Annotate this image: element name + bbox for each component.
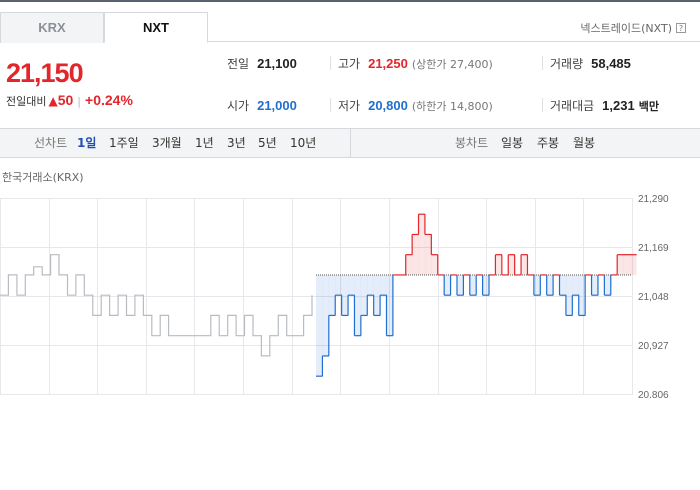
stat-prev-close: 전일 21,100: [227, 55, 297, 72]
stat-open: 시가 21,000: [227, 97, 297, 114]
stat-amount: 거래대금 1,231 백만: [550, 97, 659, 114]
stat-label: 시가: [227, 99, 250, 113]
area-fill: [591, 274, 599, 296]
divider: [542, 98, 543, 112]
y-tick-label: 21,290: [638, 194, 669, 205]
area-fill: [424, 234, 432, 275]
line-chart-label: 선차트: [34, 136, 68, 150]
area-fill: [405, 254, 413, 275]
candle-monthly[interactable]: 월봉: [573, 129, 595, 158]
divider: [330, 98, 331, 112]
period-3y[interactable]: 3년: [227, 129, 246, 158]
area-fill: [559, 274, 567, 296]
stat-value: 20,800: [368, 98, 408, 113]
stat-volume: 거래량 58,485: [550, 55, 631, 72]
stat-high: 고가 21,250 (상한가 27,400): [338, 55, 493, 72]
amount-unit: 백만: [638, 100, 659, 113]
area-fill: [316, 274, 323, 377]
current-price: 21,150: [6, 58, 84, 88]
price-change: 전일대비 ▲50 | +0.24%: [6, 92, 133, 109]
period-10y[interactable]: 10년: [290, 129, 316, 158]
area-fill: [508, 254, 515, 275]
change-percent: +0.24%: [85, 92, 133, 108]
series-krx-line: [0, 254, 313, 357]
area-fill: [617, 254, 624, 275]
upper-limit: (상한가 27,400): [411, 58, 493, 71]
stat-label: 고가: [338, 57, 361, 71]
tab-krx[interactable]: KRX: [0, 12, 104, 43]
area-fill: [565, 274, 573, 316]
area-fill: [418, 214, 426, 275]
stat-value: 21,250: [368, 56, 408, 71]
stat-value: 58,485: [591, 56, 631, 71]
stat-label: 거래량: [550, 57, 584, 71]
exchange-name: 넥스트레이드(NXT): [580, 22, 672, 35]
area-fill: [456, 274, 464, 296]
area-fill: [367, 274, 374, 296]
area-fill: [335, 274, 342, 296]
area-fill: [604, 274, 611, 296]
tab-nxt[interactable]: NXT: [104, 12, 208, 43]
area-fill: [469, 274, 477, 296]
period-1w[interactable]: 1주일: [109, 129, 139, 158]
area-fill: [354, 274, 362, 336]
y-tick-label: 20,806: [638, 390, 669, 398]
area-fill: [444, 274, 451, 296]
area-fill: [360, 274, 368, 316]
top-border: [0, 0, 700, 2]
candle-chart-label: 봉차트: [455, 136, 489, 150]
y-tick-label: 20,927: [638, 341, 669, 352]
divider: [542, 56, 543, 70]
y-axis-ticks: 21,290 21,169 21,048 20,927 20,806: [638, 194, 669, 398]
area-fill: [328, 274, 336, 316]
area-fill: [322, 274, 330, 356]
area-fill: [380, 274, 387, 296]
area-fill: [341, 274, 349, 316]
area-fill: [578, 274, 586, 316]
stat-label: 전일: [227, 57, 250, 71]
area-fill: [482, 274, 490, 296]
area-fill: [521, 254, 528, 275]
candle-weekly[interactable]: 주봉: [537, 129, 559, 158]
exchange-label: 넥스트레이드(NXT)?: [580, 20, 686, 36]
chart-title: 한국거래소(KRX): [2, 171, 84, 184]
chart-toolbar: 선차트 1일 1주일 3개월 1년 3년 5년 10년 봉차트 일봉 주봉 월봉: [0, 128, 700, 158]
stat-value: 21,100: [257, 56, 297, 71]
toolbar-divider: [350, 129, 351, 158]
area-fill: [623, 254, 631, 275]
area-fill: [386, 274, 394, 336]
area-fill: [630, 254, 637, 275]
period-3m[interactable]: 3개월: [152, 129, 182, 158]
period-1d[interactable]: 1일: [77, 129, 96, 158]
help-icon[interactable]: ?: [676, 23, 686, 33]
stat-label: 저가: [338, 99, 361, 113]
intraday-chart: 21,290 21,169 21,048 20,927 20,806: [0, 194, 669, 398]
area-fill: [348, 274, 355, 296]
divider: [330, 56, 331, 70]
candle-daily[interactable]: 일봉: [501, 129, 523, 158]
change-label: 전일대비: [6, 95, 47, 108]
change-value: 50: [57, 92, 74, 108]
area-fill: [412, 234, 419, 275]
stat-low: 저가 20,800 (하한가 14,800): [338, 97, 493, 114]
exchange-tabs: KRX NXT 넥스트레이드(NXT)?: [0, 12, 700, 43]
change-separator: |: [77, 95, 82, 108]
area-fill: [533, 274, 541, 296]
area-fill: [373, 274, 381, 316]
area-fill: [546, 274, 554, 296]
period-1y[interactable]: 1년: [195, 129, 214, 158]
period-5y[interactable]: 5년: [258, 129, 277, 158]
y-tick-label: 21,048: [638, 292, 669, 303]
up-arrow-icon: ▲: [48, 94, 58, 108]
area-fill: [495, 254, 503, 275]
y-tick-label: 21,169: [638, 243, 669, 254]
stat-value: 1,231: [602, 98, 635, 113]
stat-label: 거래대금: [550, 99, 595, 113]
area-fill: [431, 254, 438, 275]
area-fill: [572, 274, 579, 296]
lower-limit: (하한가 14,800): [411, 100, 493, 113]
stat-value: 21,000: [257, 98, 297, 113]
